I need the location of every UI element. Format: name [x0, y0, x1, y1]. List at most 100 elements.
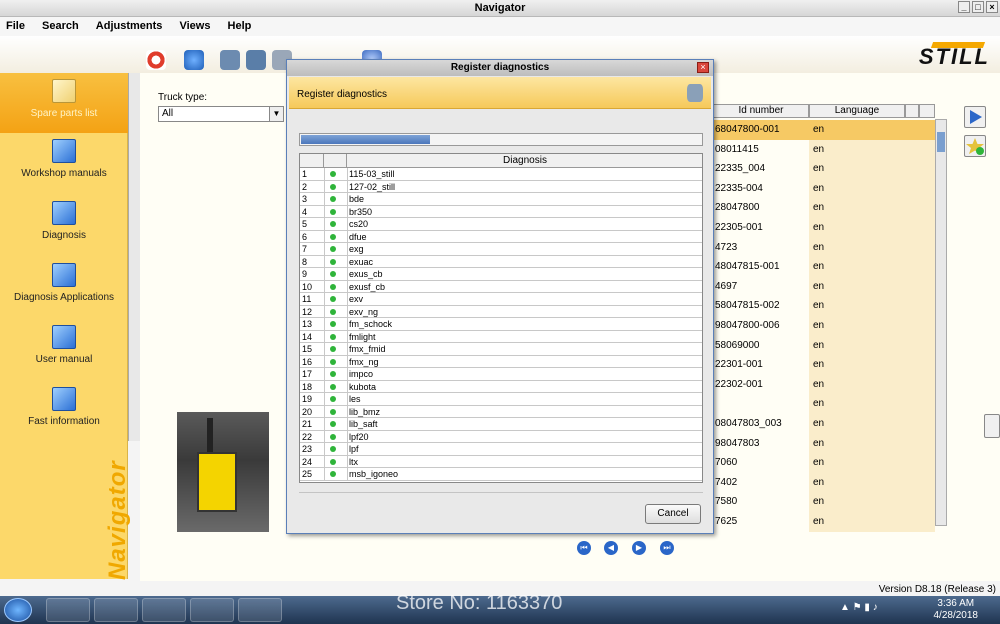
- lifebuoy-icon[interactable]: [146, 50, 166, 70]
- table-row[interactable]: 22 lpf20: [300, 430, 702, 443]
- add-favorite-icon[interactable]: [964, 135, 986, 157]
- column-header-diagnosis[interactable]: Diagnosis: [347, 154, 702, 168]
- table-row[interactable]: 08047803_003 en: [713, 414, 935, 434]
- column-header-id[interactable]: Id number: [713, 104, 809, 118]
- chevron-down-icon[interactable]: ▼: [269, 107, 283, 121]
- scroll-thumb[interactable]: [937, 132, 945, 152]
- divider: [324, 205, 325, 217]
- minimize-icon[interactable]: _: [958, 1, 970, 13]
- sidebar-scrollbar[interactable]: [128, 73, 140, 441]
- table-row[interactable]: 18 kubota: [300, 380, 702, 393]
- cancel-button[interactable]: Cancel: [645, 504, 701, 524]
- export-icon[interactable]: [246, 50, 266, 70]
- lifebuoy-icon[interactable]: [238, 598, 282, 622]
- table-row[interactable]: 58069000 en: [713, 335, 935, 356]
- table-row[interactable]: en: [713, 394, 935, 414]
- play-icon[interactable]: [964, 106, 986, 128]
- table-row[interactable]: 16 fmx_ng: [300, 355, 702, 368]
- last-page-icon[interactable]: ⏭: [660, 541, 674, 555]
- menu-help[interactable]: Help: [228, 17, 252, 36]
- id-number-cell: 48047815-001: [715, 261, 780, 273]
- sidebar-item-fast-information[interactable]: Fast information: [0, 381, 128, 441]
- table-row[interactable]: 7 exg: [300, 243, 702, 256]
- table-row[interactable]: 22335-004 en: [713, 178, 935, 199]
- table-row[interactable]: 22301-001 en: [713, 355, 935, 375]
- table-row[interactable]: 5 cs20: [300, 218, 702, 231]
- sidebar-item-workshop-manuals[interactable]: Workshop manuals: [0, 133, 128, 193]
- table-row[interactable]: 4697 en: [713, 276, 935, 297]
- table-row[interactable]: 68047800-001 en: [713, 120, 935, 140]
- table-row[interactable]: 6 dfue: [300, 230, 702, 243]
- menu-views[interactable]: Views: [179, 17, 210, 36]
- sidebar-item-label: Workshop manuals: [21, 168, 107, 179]
- table-row[interactable]: 17 impco: [300, 368, 702, 381]
- parts-grid-scrollbar[interactable]: [935, 119, 947, 526]
- table-row[interactable]: 23 lpf: [300, 443, 702, 456]
- side-tab-icon[interactable]: [984, 414, 1000, 438]
- menu-search[interactable]: Search: [42, 17, 79, 36]
- table-row[interactable]: 19 les: [300, 393, 702, 406]
- row-stripe: [809, 237, 935, 258]
- table-row[interactable]: 58047815-002 en: [713, 296, 935, 316]
- row-number: 9: [302, 269, 308, 279]
- table-row[interactable]: 25 msb_igoneo: [300, 468, 702, 481]
- table-row[interactable]: 20 lib_bmz: [300, 405, 702, 418]
- table-row[interactable]: 98047800-006 en: [713, 316, 935, 336]
- table-row[interactable]: 1 115-03_still: [300, 168, 702, 181]
- table-row[interactable]: 22302-001 en: [713, 374, 935, 395]
- sidebar-item-user-manual[interactable]: User manual: [0, 319, 128, 379]
- sidebar-item-diagnosis[interactable]: Diagnosis: [0, 195, 128, 255]
- clock[interactable]: 3:36 AM 4/28/2018: [934, 598, 979, 622]
- table-row[interactable]: 11 exv: [300, 293, 702, 306]
- table-row[interactable]: 14 fmlight: [300, 330, 702, 343]
- column-header-language[interactable]: Language: [809, 104, 905, 118]
- table-row[interactable]: 7580 en: [713, 492, 935, 512]
- menu-file[interactable]: File: [6, 17, 25, 36]
- dialog-close-icon[interactable]: ×: [697, 62, 709, 73]
- table-row[interactable]: 7060 en: [713, 453, 935, 473]
- table-row[interactable]: 7402 en: [713, 472, 935, 493]
- table-row[interactable]: 28047800 en: [713, 198, 935, 218]
- table-row[interactable]: 15 fmx_fmid: [300, 343, 702, 356]
- table-row[interactable]: 22335_004 en: [713, 159, 935, 179]
- table-row[interactable]: 2 127-02_still: [300, 180, 702, 193]
- close-icon[interactable]: ×: [986, 1, 998, 13]
- table-row[interactable]: 4 br350: [300, 205, 702, 218]
- table-row[interactable]: 08011415 en: [713, 139, 935, 160]
- diagnosis-name: exusf_cb: [349, 281, 386, 292]
- table-row[interactable]: 10 exusf_cb: [300, 280, 702, 293]
- table-row[interactable]: 98047803 en: [713, 433, 935, 454]
- table-row[interactable]: 7625 en: [713, 512, 935, 532]
- divider: [324, 468, 325, 480]
- clock-date: 4/28/2018: [933, 610, 979, 621]
- table-row[interactable]: 3 bde: [300, 193, 702, 206]
- start-icon[interactable]: [4, 598, 32, 622]
- sidebar-item-diagnosis-applications[interactable]: Diagnosis Applications: [0, 257, 128, 317]
- prev-page-icon[interactable]: ◀: [604, 541, 618, 555]
- table-row[interactable]: 12 exv_ng: [300, 305, 702, 318]
- menu-adjustments[interactable]: Adjustments: [96, 17, 163, 36]
- table-row[interactable]: 48047815-001 en: [713, 257, 935, 277]
- table-row[interactable]: 22305-001 en: [713, 218, 935, 238]
- divider: [347, 393, 348, 405]
- next-page-icon[interactable]: ▶: [632, 541, 646, 555]
- table-row[interactable]: 13 fm_schock: [300, 318, 702, 331]
- table-row[interactable]: 24 ltx: [300, 455, 702, 468]
- print-icon[interactable]: [220, 50, 240, 70]
- table-row[interactable]: 8 exuac: [300, 255, 702, 268]
- truck-type-select[interactable]: All ▼: [158, 106, 284, 122]
- globe-icon[interactable]: [184, 50, 204, 70]
- folder-icon[interactable]: [94, 598, 138, 622]
- table-row[interactable]: 9 exus_cb: [300, 268, 702, 281]
- language-cell: en: [813, 241, 825, 253]
- table-row[interactable]: 21 lib_saft: [300, 418, 702, 431]
- maximize-icon[interactable]: □: [972, 1, 984, 13]
- row-number: 11: [302, 294, 312, 304]
- first-page-icon[interactable]: ⏮: [577, 541, 591, 555]
- sidebar-item-spare-parts[interactable]: Spare parts list: [0, 73, 128, 133]
- media-icon[interactable]: [142, 598, 186, 622]
- diagnosis-name: ltx: [349, 456, 358, 467]
- teamviewer-icon[interactable]: [190, 598, 234, 622]
- ie-icon[interactable]: [46, 598, 90, 622]
- table-row[interactable]: 4723 en: [713, 237, 935, 258]
